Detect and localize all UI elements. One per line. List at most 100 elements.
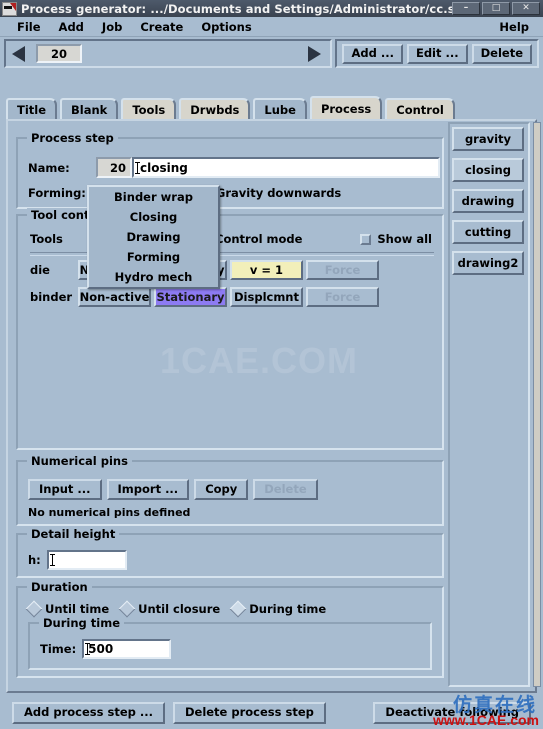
tab-title[interactable]: Title [6, 98, 58, 120]
detail-height-group: Detail height h: [16, 527, 444, 578]
pins-import-button[interactable]: Import ... [106, 479, 190, 500]
show-all-checkbox-wrap[interactable]: Show all [360, 232, 432, 246]
pins-copy-button[interactable]: Copy [194, 479, 249, 500]
minimize-button[interactable]: – [452, 2, 480, 15]
duration-option-during-time[interactable]: During time [229, 600, 327, 618]
sidebar-item-drawing2[interactable]: drawing2 [452, 251, 524, 275]
binder-mode-non-active[interactable]: Non-active [78, 287, 151, 307]
forming-dropdown-menu[interactable]: Binder wrap Closing Drawing Forming Hydr… [87, 185, 220, 289]
delete-process-step-button[interactable]: Delete process step [172, 702, 326, 724]
deactivate-following-button[interactable]: Deactivate following [373, 702, 531, 724]
detail-height-label: h: [28, 553, 41, 567]
menu-item-options[interactable]: Options [192, 18, 260, 36]
tab-control[interactable]: Control [385, 98, 455, 120]
bottom-action-bar: Add process step ... Delete process step… [0, 697, 543, 729]
show-all-label: Show all [377, 232, 432, 246]
left-triangle-icon [12, 45, 25, 62]
forming-label: Forming: [28, 186, 86, 200]
detail-height-input[interactable] [46, 550, 127, 570]
numerical-pins-group: Numerical pins Input ... Import ... Copy… [16, 454, 444, 526]
radio-diamond-icon-selected[interactable] [229, 600, 247, 618]
sidebar-item-cutting[interactable]: cutting [452, 220, 524, 244]
duration-option-label: Until closure [138, 602, 221, 616]
pins-input-button[interactable]: Input ... [28, 479, 102, 500]
tab-process[interactable]: Process [309, 96, 383, 120]
die-mode-force: Force [306, 260, 379, 280]
step-navigator: 20 [4, 39, 333, 68]
dropdown-item-hydro-mech[interactable]: Hydro mech [89, 267, 218, 287]
text-caret-icon [85, 643, 91, 655]
edit-button[interactable]: Edit ... [406, 43, 468, 64]
menu-item-create[interactable]: Create [131, 18, 192, 36]
duration-group: Duration Until time Until closure During… [16, 580, 444, 678]
numerical-pins-group-title: Numerical pins [27, 454, 132, 468]
time-input[interactable]: 500 [82, 639, 172, 659]
duration-option-label: Until time [45, 602, 110, 616]
sidebar-item-closing[interactable]: closing [452, 158, 524, 182]
column-header-tools: Tools [30, 232, 63, 246]
dropdown-item-binder-wrap[interactable]: Binder wrap [89, 187, 218, 207]
window-controls: – □ ✕ [452, 2, 541, 15]
name-row: Name: 20 closing [28, 157, 440, 178]
duration-option-label: During time [249, 602, 327, 616]
binder-mode-force: Force [306, 287, 379, 307]
tool-row-binder: binder Non-active Stationary Displcmnt F… [30, 287, 382, 307]
process-step-group: Process step Name: 20 closing Forming: B… [16, 131, 444, 209]
app-icon [2, 1, 17, 16]
next-step-button[interactable] [308, 45, 324, 62]
sidebar-item-gravity[interactable]: gravity [452, 127, 524, 151]
show-all-checkbox[interactable] [360, 233, 372, 245]
numerical-pins-buttons: Input ... Import ... Copy Delete [28, 479, 318, 500]
vertical-scrollbar[interactable] [533, 122, 541, 687]
duration-option-until-time[interactable]: Until time [25, 600, 110, 618]
add-button[interactable]: Add ... [342, 43, 403, 64]
process-step-group-title: Process step [27, 131, 118, 145]
close-button[interactable]: ✕ [512, 2, 540, 15]
menubar: File Add Job Create Options Help [0, 17, 543, 37]
menu-item-job[interactable]: Job [93, 18, 131, 36]
duration-option-until-closure[interactable]: Until closure [118, 600, 221, 618]
tool-name-die: die [30, 263, 50, 277]
tool-name-binder: binder [30, 290, 73, 304]
previous-step-button[interactable] [12, 45, 28, 62]
tab-strip: Title Blank Tools Drwbds Lube Process Co… [6, 96, 537, 120]
radio-diamond-icon[interactable] [25, 600, 43, 618]
window-titlebar: Process generator: .../Documents and Set… [0, 0, 543, 17]
process-step-name-input[interactable]: closing [132, 157, 440, 178]
duration-options: Until time Until closure During time [25, 600, 327, 618]
time-value: 500 [88, 642, 114, 656]
step-id-display: 20 [96, 157, 132, 178]
binder-mode-stationary[interactable]: Stationary [154, 287, 227, 307]
numerical-pins-note: No numerical pins defined [28, 506, 191, 519]
tab-tools[interactable]: Tools [121, 98, 177, 120]
maximize-button[interactable]: □ [482, 2, 510, 15]
die-mode-velocity[interactable]: v = 1 [230, 260, 303, 280]
right-triangle-icon [308, 45, 322, 62]
process-step-list: gravity closing drawing cutting drawing2 [452, 127, 524, 275]
delete-button[interactable]: Delete [471, 43, 532, 64]
detail-height-group-title: Detail height [27, 527, 120, 541]
gravity-direction-label: Gravity downwards [215, 186, 342, 200]
add-process-step-button[interactable]: Add process step ... [12, 702, 165, 724]
menu-item-help[interactable]: Help [490, 18, 543, 36]
tab-drwbds[interactable]: Drwbds [179, 98, 251, 120]
dropdown-item-closing[interactable]: Closing [89, 207, 218, 227]
tab-lube[interactable]: Lube [253, 98, 307, 120]
tab-blank[interactable]: Blank [60, 98, 119, 120]
time-label: Time: [40, 642, 77, 656]
menu-item-file[interactable]: File [8, 18, 50, 36]
process-step-name-value: closing [140, 160, 188, 175]
binder-mode-displacement[interactable]: Displcmnt [230, 287, 303, 307]
step-number-field[interactable]: 20 [36, 44, 82, 63]
dropdown-item-drawing[interactable]: Drawing [89, 227, 218, 247]
menu-item-add[interactable]: Add [50, 18, 93, 36]
window-title: Process generator: .../Documents and Set… [21, 1, 452, 16]
sidebar-item-drawing[interactable]: drawing [452, 189, 524, 213]
radio-diamond-icon[interactable] [118, 600, 136, 618]
detail-height-row: h: [28, 550, 127, 570]
step-actions: Add ... Edit ... Delete [335, 39, 539, 68]
tool-control-group: Tool control Tools Control mode Show all… [16, 208, 444, 450]
dropdown-item-forming[interactable]: Forming [89, 247, 218, 267]
duration-group-title: Duration [27, 580, 92, 594]
during-time-group-title: During time [39, 616, 124, 630]
